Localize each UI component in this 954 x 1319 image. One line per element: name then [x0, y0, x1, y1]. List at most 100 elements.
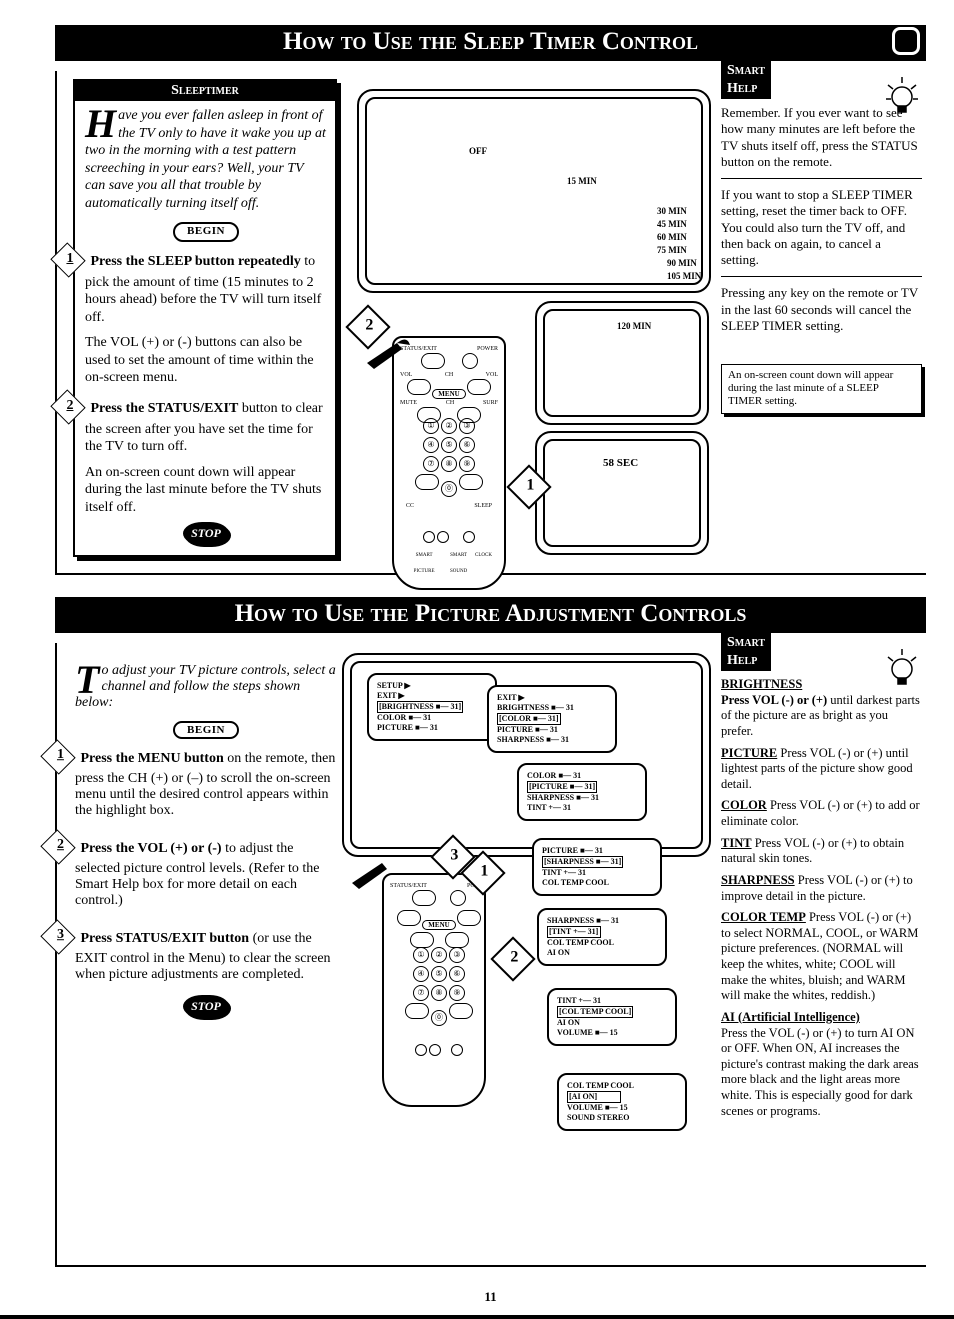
menu-row: AI ON: [557, 1018, 667, 1028]
remote-control: STATUS/EXITPOWER VOLCHVOL MENU MUTECHSUR…: [392, 336, 506, 590]
menu-row: TINT +— 31: [527, 803, 637, 813]
step-number-icon: 2: [40, 829, 75, 864]
stop-pill: STOP: [183, 522, 229, 545]
menu-row-highlight: [SHARPNESS ■— 31]: [542, 856, 623, 868]
menu-screen-2: EXIT ▶ BRIGHTNESS ■— 31 [COLOR ■— 31] PI…: [487, 685, 617, 753]
menu-row-highlight: [BRIGHTNESS ■— 31]: [377, 701, 463, 713]
remote-label-power: POWER: [477, 346, 498, 352]
menu-row: VOLUME ■— 15: [567, 1103, 677, 1113]
tv-screen-off: OFF: [357, 89, 711, 293]
page-number: 11: [55, 1289, 926, 1305]
left-column-2: To adjust your TV picture controls, sele…: [57, 643, 337, 1253]
section-1-banner: How to Use the Sleep Timer Control: [55, 25, 926, 61]
step-2: 2 Press the STATUS/EXIT button to clear …: [85, 397, 327, 456]
s2-step1-bold: Press the MENU button: [81, 751, 224, 766]
step-number-icon: 1: [40, 739, 75, 774]
lightbulb-icon: [882, 645, 922, 693]
menu-row: PICTURE ■— 31: [542, 846, 652, 856]
begin-pill: BEGIN: [173, 222, 239, 242]
middle-illustration-2: SETUP ▶ EXIT ▶ [BRIGHTNESS ■— 31] COLOR …: [337, 643, 721, 1253]
menu-row: AI ON: [547, 948, 657, 958]
remote-label-clock: CLOCK: [475, 548, 492, 580]
menu-row: PICTURE ■— 31: [497, 725, 607, 735]
page-corner-icon: [892, 27, 920, 55]
smart-label: Smart: [727, 62, 765, 80]
menu-row: TINT +— 31: [557, 996, 667, 1006]
left-column: Sleeptimer Have you ever fallen asleep i…: [57, 71, 337, 561]
tv-screen-120: 120 MIN: [535, 301, 709, 425]
p-brightness: Press VOL (-) or (+) until darkest parts…: [721, 693, 922, 740]
menu-screen-1: SETUP ▶ EXIT ▶ [BRIGHTNESS ■— 31] COLOR …: [367, 673, 497, 741]
remote-keypad-2: ①②③ ④⑤⑥ ⑦⑧⑨ ⓪: [396, 945, 482, 1061]
menu-row: PICTURE ■— 31: [377, 723, 487, 733]
help-label: Help: [727, 80, 765, 98]
h-ai: AI (Artificial Intelligence): [721, 1010, 860, 1024]
tv-label-58sec: 58 SEC: [603, 457, 638, 469]
menu-row: EXIT ▶: [377, 691, 487, 701]
tv-label-75: 75 MIN: [657, 245, 687, 255]
s2-step3-bold: Press STATUS/EXIT button: [81, 931, 250, 946]
tv-label-45: 45 MIN: [657, 219, 687, 229]
menu-screen-7: COL TEMP COOL [AI ON] VOLUME ■— 15 SOUND…: [557, 1073, 687, 1131]
remote-label-smartsnd: SMART SOUND: [442, 548, 475, 580]
step-1b: 1 Press the MENU button on the remote, t…: [75, 747, 337, 819]
smart-p2: If you want to stop a SLEEP TIMER settin…: [721, 187, 922, 268]
help-label-2: Help: [727, 652, 765, 670]
section-2-banner: How to Use the Picture Adjustment Contro…: [55, 597, 926, 633]
menu-row-highlight: [PICTURE ■— 31]: [527, 781, 597, 793]
tv-label-60: 60 MIN: [657, 232, 687, 242]
remote-label-surf: SURF: [483, 400, 498, 406]
menu-row: SOUND STEREO: [567, 1113, 677, 1123]
tv-label-30: 30 MIN: [657, 206, 687, 216]
menu-row: BRIGHTNESS ■— 31: [497, 703, 607, 713]
h-tint: TINT: [721, 836, 752, 850]
step2-p2: An on-screen count down will appear duri…: [85, 464, 327, 517]
menu-row: SETUP ▶: [377, 681, 487, 691]
intro-text: Have you ever fallen asleep in front of …: [85, 107, 327, 212]
menu-row-highlight: [COLOR ■— 31]: [497, 713, 561, 725]
tv-label-120: 120 MIN: [617, 321, 651, 331]
tv-label-15: 15 MIN: [567, 176, 597, 186]
h-picture: PICTURE: [721, 746, 777, 760]
step1-p2: The VOL (+) or (-) buttons can also be u…: [85, 334, 327, 387]
left-subhead: Sleeptimer: [75, 81, 335, 101]
pointing-hand-icon: [347, 853, 397, 893]
smart-label-2: Smart: [727, 634, 765, 652]
begin-pill-2: BEGIN: [173, 721, 239, 739]
smart-help-column-2: Smart Help BRIGHTNESS Press VOL (-) or (…: [721, 643, 926, 1253]
section-sleep-timer: Sleeptimer Have you ever fallen asleep i…: [55, 71, 926, 575]
h-brightness: BRIGHTNESS: [721, 677, 802, 691]
divider: [721, 276, 922, 277]
step-2b: 2 Press the VOL (+) or (-) to adjust the…: [75, 837, 337, 909]
h-coltemp: COLOR TEMP: [721, 910, 806, 924]
tv-screen-countdown: [535, 431, 709, 555]
step2-bold: Press the STATUS/EXIT: [91, 401, 239, 416]
step1-bold: Press the SLEEP button repeatedly: [91, 254, 301, 269]
menu-row: VOLUME ■— 15: [557, 1028, 667, 1038]
menu-row: SHARPNESS ■— 31: [497, 735, 607, 745]
menu-row-highlight: [AI ON]: [567, 1091, 621, 1103]
tv-label-off: OFF: [469, 146, 487, 156]
remote-control-2: STATUS/EXITPOWER MENU ①②③ ④⑤⑥ ⑦⑧⑨ ⓪: [382, 873, 486, 1107]
remote-menu-button: MENU: [432, 389, 465, 399]
left-box: Sleeptimer Have you ever fallen asleep i…: [73, 79, 337, 557]
menu-row: TINT +— 31: [542, 868, 652, 878]
smart-p3: Pressing any key on the remote or TV in …: [721, 285, 922, 334]
banner-title-2: How to Use the Picture Adjustment Contro…: [235, 600, 747, 627]
section-picture-adjust: To adjust your TV picture controls, sele…: [55, 643, 926, 1267]
menu-row-highlight: [COL TEMP COOL]: [557, 1006, 633, 1018]
menu-row: COL TEMP COOL: [567, 1081, 677, 1091]
p-ai: Press the VOL (-) or (+) to turn AI ON o…: [721, 1026, 922, 1120]
pointing-hand-icon: [362, 333, 412, 373]
tv-label-90: 90 MIN: [667, 258, 697, 268]
divider: [721, 178, 922, 179]
smart-help-column: Smart Help Remember. If you ever want to…: [721, 71, 926, 561]
step-number-icon: 2: [50, 389, 85, 424]
menu-row: SHARPNESS ■— 31: [547, 916, 657, 926]
menu-row: COL TEMP COOL: [547, 938, 657, 948]
dropcap-2: T: [75, 665, 99, 695]
lightbulb-icon: [882, 73, 922, 121]
step-number-icon: 1: [50, 242, 85, 277]
intro-body-2: o adjust your TV picture controls, selec…: [75, 663, 336, 710]
step-3b: 3 Press STATUS/EXIT button (or use the E…: [75, 927, 337, 983]
